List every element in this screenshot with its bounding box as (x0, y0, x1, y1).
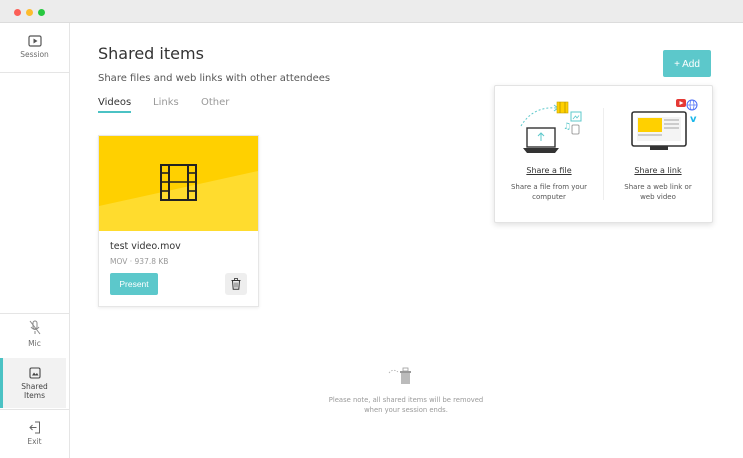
sidebar-item-label: Shared (21, 382, 48, 391)
sidebar-divider (0, 409, 69, 410)
film-icon (160, 164, 197, 201)
present-button[interactable]: Present (110, 273, 158, 295)
file-meta: MOV · 937.8 KB (110, 257, 169, 266)
main-panel: Shared items Share files and web links w… (70, 23, 743, 458)
share-file-description: Share a file from your computer (509, 182, 589, 202)
sidebar: Session Mic Shared Items Exit (0, 23, 70, 458)
share-file-desc-line: Share a file from your (510, 183, 588, 191)
tab-videos[interactable]: Videos (98, 97, 132, 113)
removal-note-line: when your session ends. (364, 406, 448, 414)
trash-icon (231, 278, 241, 290)
sidebar-item-mic[interactable]: Mic (0, 320, 69, 348)
sidebar-item-label: Items (24, 391, 45, 400)
share-link-desc-line: web video (640, 193, 676, 201)
maximize-window-button[interactable] (38, 9, 45, 16)
sidebar-item-label: Mic (28, 339, 41, 348)
sidebar-item-shared-items[interactable]: Shared Items (0, 358, 66, 408)
share-file-illustration-icon: ♫ (520, 101, 582, 153)
play-screen-icon (27, 35, 42, 47)
share-link-desc-line: Share a web link or (624, 183, 692, 191)
tab-links[interactable]: Links (153, 97, 179, 108)
share-file-desc-line: computer (532, 193, 566, 201)
add-popover: ♫ Share a file Share a file from your co… (494, 85, 713, 223)
app-window: Session Mic Shared Items Exit Shared ite… (0, 0, 743, 458)
tab-other[interactable]: Other (201, 97, 229, 108)
sidebar-divider (0, 313, 69, 314)
sidebar-item-exit[interactable]: Exit (0, 421, 69, 446)
share-link-option[interactable]: v Share a link Share a web link or web v… (604, 86, 712, 222)
removal-note: Please note, all shared items will be re… (320, 395, 492, 415)
shared-item-card[interactable]: test video.mov MOV · 937.8 KB Present (98, 135, 259, 307)
svg-text:♫: ♫ (563, 122, 571, 132)
sidebar-item-label: Exit (27, 437, 42, 446)
share-link-link[interactable]: Share a link (604, 166, 712, 175)
page-subtitle: Share files and web links with other att… (98, 73, 331, 84)
share-link-illustration-icon: v (631, 99, 698, 150)
share-file-link[interactable]: Share a file (495, 166, 603, 175)
remove-file-icon (388, 367, 411, 384)
minimize-window-button[interactable] (26, 9, 33, 16)
exit-icon (28, 421, 40, 434)
delete-button[interactable] (225, 273, 247, 295)
share-link-description: Share a web link or web video (618, 182, 698, 202)
close-window-button[interactable] (14, 9, 21, 16)
title-bar (0, 0, 743, 23)
page-title: Shared items (98, 44, 204, 63)
sidebar-item-label: Session (20, 50, 49, 59)
file-name: test video.mov (110, 241, 181, 252)
sidebar-divider (0, 72, 69, 73)
video-thumbnail[interactable] (99, 136, 258, 231)
svg-text:v: v (690, 114, 697, 125)
add-button[interactable]: + Add (663, 50, 711, 77)
removal-note-line: Please note, all shared items will be re… (328, 396, 484, 404)
share-file-option[interactable]: ♫ Share a file Share a file from your co… (495, 86, 603, 222)
shared-items-icon (28, 367, 41, 379)
mic-muted-icon (29, 320, 40, 335)
sidebar-item-session[interactable]: Session (0, 35, 69, 59)
